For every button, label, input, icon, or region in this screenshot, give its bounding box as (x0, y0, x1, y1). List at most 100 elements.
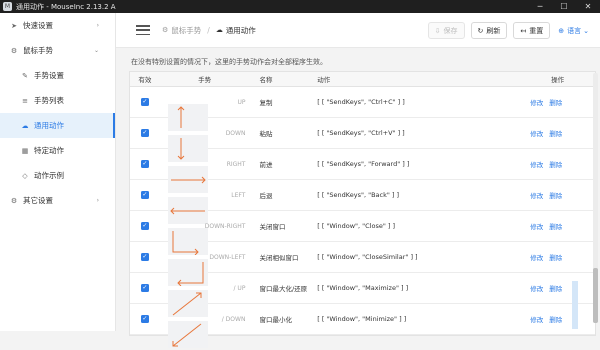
sidebar-item-action-examples[interactable]: ◇ 动作示例 (0, 163, 115, 188)
app-icon: M (3, 2, 12, 11)
enabled-checkbox[interactable]: ✓ (140, 191, 149, 199)
language-dropdown[interactable]: ⊕ 语言 ⌄ (556, 22, 594, 39)
reset-button[interactable]: ↤ 重置 (513, 22, 551, 39)
enabled-checkbox[interactable]: ✓ (140, 284, 149, 292)
breadcrumb-separator: / (207, 25, 210, 35)
sidebar-item-other-settings[interactable]: ⚙ 其它设置 › (0, 188, 115, 213)
save-button[interactable]: ⇩ 保存 (427, 22, 465, 39)
list-icon: ≡ (22, 96, 28, 105)
toolbar: ⇩ 保存 ↻ 刷新 ↤ 重置 ⊕ 语言 ⌄ (427, 22, 594, 39)
enabled-checkbox[interactable]: ✓ (140, 129, 149, 137)
enabled-cell: ✓ (130, 191, 160, 199)
action-cell: [ [ "Window", "CloseSimilar" ] ] (317, 253, 418, 261)
title-bar: M 通用动作 - MouseInc 2.13.2 A ─ ☐ ✕ (0, 0, 600, 13)
gesture-preview (167, 321, 208, 348)
minimize-button[interactable]: ─ (528, 0, 552, 13)
gesture-label: / DOWN (221, 315, 246, 323)
edit-link[interactable]: 修改 (530, 314, 543, 324)
scrollbar-thumb[interactable] (593, 268, 598, 323)
delete-link[interactable]: 删除 (549, 314, 562, 324)
action-cell: [ [ "SendKeys", "Ctrl+V" ] ] (317, 129, 405, 137)
name-cell: 关闭窗口 (259, 223, 286, 231)
edit-link[interactable]: 修改 (530, 252, 543, 262)
delete-link[interactable]: 删除 (549, 159, 562, 169)
cloud-icon: ☁ (215, 26, 223, 34)
ops-cell: 修改 删除 (520, 159, 595, 169)
delete-link[interactable]: 删除 (549, 97, 562, 107)
ops-cell: 修改 删除 (520, 128, 595, 138)
menu-toggle-icon[interactable] (136, 25, 150, 35)
refresh-button[interactable]: ↻ 刷新 (470, 22, 508, 39)
sidebar-item-common-actions[interactable]: ☁ 通用动作 (0, 113, 115, 138)
close-button[interactable]: ✕ (576, 0, 600, 13)
gesture-preview (167, 259, 208, 287)
refresh-label: 刷新 (486, 26, 501, 35)
enabled-cell: ✓ (130, 98, 160, 106)
gesture-preview (167, 228, 208, 256)
table-row: ✓ UP 复制 [ [ "SendKeys", "Ctrl+C" ] ] 修改 删除 (130, 87, 595, 131)
sidebar-item-gesture-list[interactable]: ≡ 手势列表 (0, 88, 115, 113)
sidebar-item-mouse-gestures[interactable]: ⚙ 鼠标手势 ⌄ (0, 38, 115, 63)
chevron-right-icon: › (96, 197, 99, 204)
chevron-down-icon: ⌄ (583, 26, 589, 35)
delete-link[interactable]: 删除 (549, 190, 562, 200)
edit-link[interactable]: 修改 (530, 97, 543, 107)
col-ops: 操作 (551, 76, 565, 84)
save-icon: ⇩ (434, 26, 441, 35)
name-cell: 前进 (259, 161, 273, 169)
reset-icon: ↤ (520, 26, 527, 35)
sidebar: ➤ 快速设置 › ⚙ 鼠标手势 ⌄ ✎ 手势设置 ≡ 手势列表 ☁ 通用动作 ▦… (0, 13, 116, 331)
action-cell: [ [ "SendKeys", "Ctrl+C" ] ] (317, 98, 405, 106)
edit-link[interactable]: 修改 (530, 128, 543, 138)
enabled-checkbox[interactable]: ✓ (140, 222, 149, 230)
edit-link[interactable]: 修改 (530, 159, 543, 169)
ops-cell: 修改 删除 (520, 221, 595, 231)
edit-link[interactable]: 修改 (530, 190, 543, 200)
breadcrumb-item[interactable]: 鼠标手势 (171, 25, 201, 36)
enabled-checkbox[interactable]: ✓ (140, 160, 149, 168)
gesture-label: DOWN-LEFT (209, 253, 246, 261)
enabled-checkbox[interactable]: ✓ (140, 98, 149, 106)
ops-cell: 修改 删除 (520, 97, 595, 107)
action-cell: [ [ "Window", "Minimize" ] ] (317, 315, 407, 323)
sidebar-item-specific-actions[interactable]: ▦ 特定动作 (0, 138, 115, 163)
language-label: 语言 (567, 26, 582, 35)
scrollbar[interactable] (593, 73, 598, 323)
edit-link[interactable]: 修改 (530, 221, 543, 231)
enabled-cell: ✓ (130, 253, 160, 261)
col-name: 名称 (259, 76, 273, 84)
delete-link[interactable]: 删除 (549, 252, 562, 262)
brush-icon: ✎ (22, 71, 28, 80)
sidebar-item-label: 其它设置 (23, 196, 53, 205)
enabled-cell: ✓ (130, 284, 160, 292)
gesture-label: DOWN-RIGHT (204, 222, 246, 230)
sidebar-item-gesture-settings[interactable]: ✎ 手势设置 (0, 63, 115, 88)
delete-link[interactable]: 删除 (549, 128, 562, 138)
gesture-preview (167, 166, 208, 193)
sidebar-item-label: 动作示例 (34, 171, 64, 180)
ops-cell: 修改 删除 (520, 283, 595, 293)
enabled-checkbox[interactable]: ✓ (140, 315, 149, 323)
cloud-icon: ☁ (21, 121, 29, 130)
delete-link[interactable]: 删除 (549, 283, 562, 293)
ops-cell: 修改 删除 (520, 252, 595, 262)
enabled-cell: ✓ (130, 129, 160, 137)
name-cell: 窗口最大化/还原 (259, 285, 308, 293)
delete-link[interactable]: 删除 (549, 221, 562, 231)
name-cell: 后退 (259, 192, 273, 200)
refresh-icon: ↻ (477, 26, 484, 35)
edit-link[interactable]: 修改 (530, 283, 543, 293)
sidebar-item-quick-settings[interactable]: ➤ 快速设置 › (0, 13, 115, 38)
calendar-icon: ▦ (21, 146, 29, 155)
sidebar-item-label: 快速设置 (23, 21, 53, 30)
name-cell: 窗口最小化 (259, 316, 292, 324)
action-cell: [ [ "Window", "Maximize" ] ] (317, 284, 409, 292)
maximize-button[interactable]: ☐ (552, 0, 576, 13)
hint-text: 在没有特别设置的情况下，这里的手势动作会对全部程序生效。 (131, 58, 327, 66)
action-cell: [ [ "SendKeys", "Back" ] ] (317, 191, 400, 199)
diamond-icon: ◇ (22, 171, 28, 180)
enabled-checkbox[interactable]: ✓ (140, 253, 149, 261)
enabled-cell: ✓ (130, 160, 160, 168)
table-body: ✓ UP 复制[ [ "SendKeys", "Ctrl+C" ] ] 修改 删除 ✓ DO… (130, 87, 595, 348)
ops-cell: 修改 删除 (520, 314, 595, 324)
